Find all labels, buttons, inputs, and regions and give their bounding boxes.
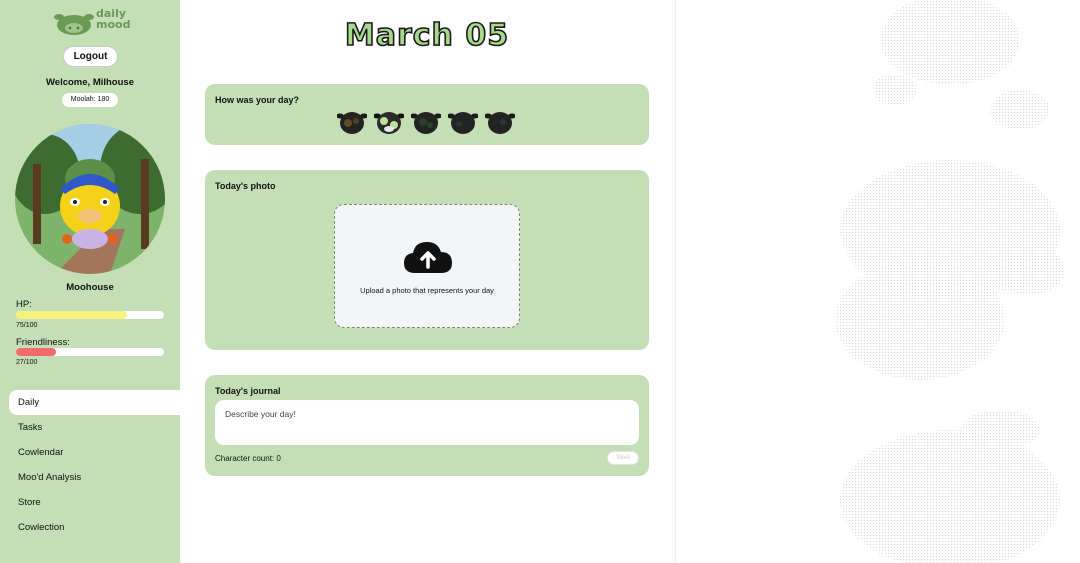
journal-input[interactable] bbox=[215, 400, 639, 445]
upload-instructions: Upload a photo that represents your day bbox=[360, 286, 494, 295]
moolah-badge: Moolah: 180 bbox=[62, 93, 118, 107]
mood-selector bbox=[337, 108, 515, 136]
cloud-upload-icon bbox=[404, 242, 452, 273]
content-divider bbox=[675, 0, 676, 563]
logout-button[interactable]: Logout bbox=[63, 46, 118, 67]
hp-bar bbox=[16, 311, 164, 319]
pet-name: Moohouse bbox=[66, 282, 114, 293]
friendliness-bar-fill bbox=[16, 348, 56, 356]
mood-3-icon[interactable] bbox=[411, 108, 441, 136]
welcome-text: Welcome, Milhouse bbox=[46, 77, 134, 88]
sidebar-item-tasks[interactable]: Tasks bbox=[9, 415, 180, 440]
hp-bar-fill bbox=[16, 311, 127, 319]
sidebar-item-daily[interactable]: Daily bbox=[9, 390, 180, 415]
logo-text: daily mood bbox=[96, 8, 130, 30]
friendliness-value: 27/100 bbox=[16, 359, 38, 366]
background-cow-illustration bbox=[835, 0, 1065, 563]
sidebar-item-cowlendar[interactable]: Cowlendar bbox=[9, 440, 180, 465]
logo-line-2: mood bbox=[96, 18, 131, 31]
photo-card-title: Today's photo bbox=[215, 181, 276, 191]
mood-1-icon[interactable] bbox=[337, 108, 367, 136]
photo-card: Today's photo Upload a photo that repres… bbox=[205, 170, 649, 350]
mood-5-icon[interactable] bbox=[485, 108, 515, 136]
hp-value: 75/100 bbox=[16, 322, 38, 329]
journal-card: Today's journal Character count: 0 Save bbox=[205, 375, 649, 476]
sidebar: daily mood Logout Welcome, Milhouse Mool… bbox=[0, 0, 180, 563]
page-title: March 05 bbox=[344, 17, 510, 54]
character-count: Character count: 0 bbox=[215, 454, 281, 463]
sidebar-item-mood-analysis[interactable]: Moo'd Analysis bbox=[9, 465, 180, 490]
mood-card: How was your day? bbox=[205, 84, 649, 145]
journal-card-title: Today's journal bbox=[215, 386, 281, 396]
friendliness-bar bbox=[16, 348, 164, 356]
mood-2-icon[interactable] bbox=[374, 108, 404, 136]
friendliness-label: Friendliness: bbox=[16, 337, 70, 348]
sidebar-item-cowlection[interactable]: Cowlection bbox=[9, 515, 180, 540]
photo-upload-dropzone[interactable]: Upload a photo that represents your day bbox=[334, 204, 520, 328]
mood-4-icon[interactable] bbox=[448, 108, 478, 136]
save-button[interactable]: Save bbox=[607, 451, 639, 465]
hp-label: HP: bbox=[16, 299, 32, 310]
mood-card-title: How was your day? bbox=[215, 95, 300, 105]
sidebar-nav: Daily Tasks Cowlendar Moo'd Analysis Sto… bbox=[9, 390, 180, 540]
sidebar-item-store[interactable]: Store bbox=[9, 490, 180, 515]
pet-avatar bbox=[15, 124, 165, 274]
